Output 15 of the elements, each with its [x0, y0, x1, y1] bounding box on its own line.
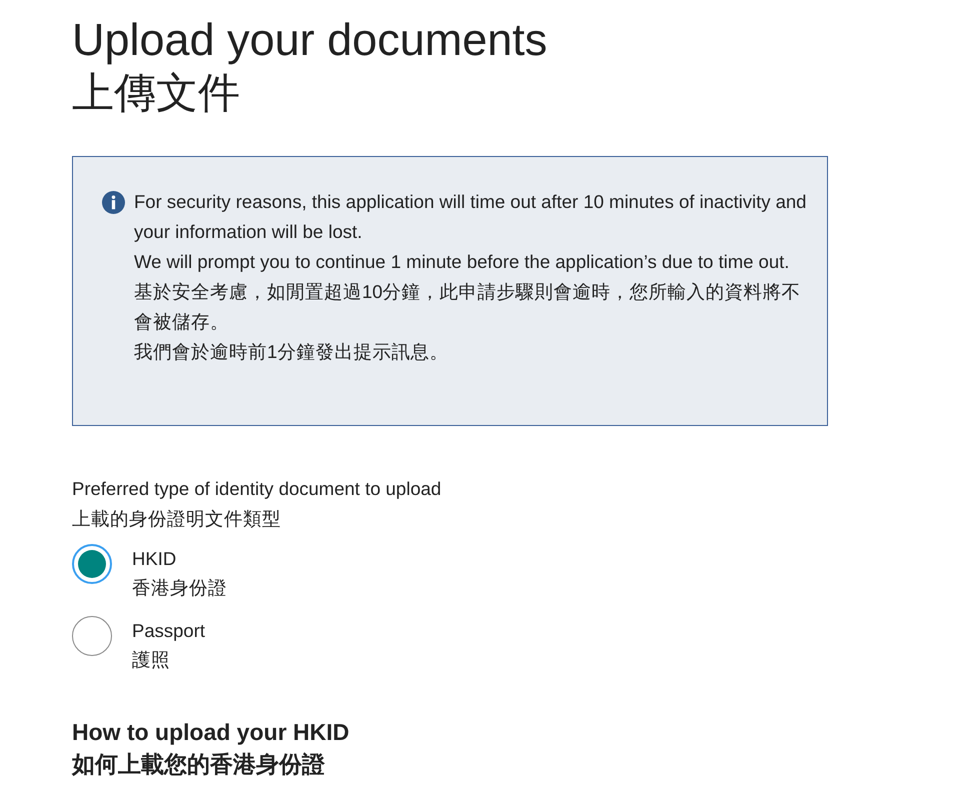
field-label: Preferred type of identity document to upload 上載的身份證明文件類型: [72, 477, 442, 531]
info-icon: [102, 191, 125, 214]
page-title: 上傳文件: [72, 68, 241, 118]
notice-text: We will prompt you to continue 1 minute before the application’s due to time out.: [134, 250, 790, 274]
option-label: 香港身份證: [132, 576, 227, 600]
radio-button[interactable]: [72, 544, 112, 584]
notice-text: 基於安全考慮，如閒置超過10分鐘，此申請步驟則會逾時，您所輸入的資料將不會被儲存。: [134, 280, 802, 334]
page-title: Upload your documents: [72, 14, 548, 66]
option-label: Passport: [132, 619, 206, 643]
radio-button[interactable]: [72, 616, 112, 656]
option-label: 護照: [132, 648, 171, 672]
notice-text: 我們會於逾時前1分鐘發出提示訊息。: [134, 340, 450, 364]
notice-text: For security reasons, this application will time out after 10 minutes of inactivity and your information will be lost.: [134, 190, 807, 244]
section-heading: How to upload your HKID 如何上載您的香港身份證: [72, 718, 350, 779]
option-label: HKID: [132, 547, 178, 571]
